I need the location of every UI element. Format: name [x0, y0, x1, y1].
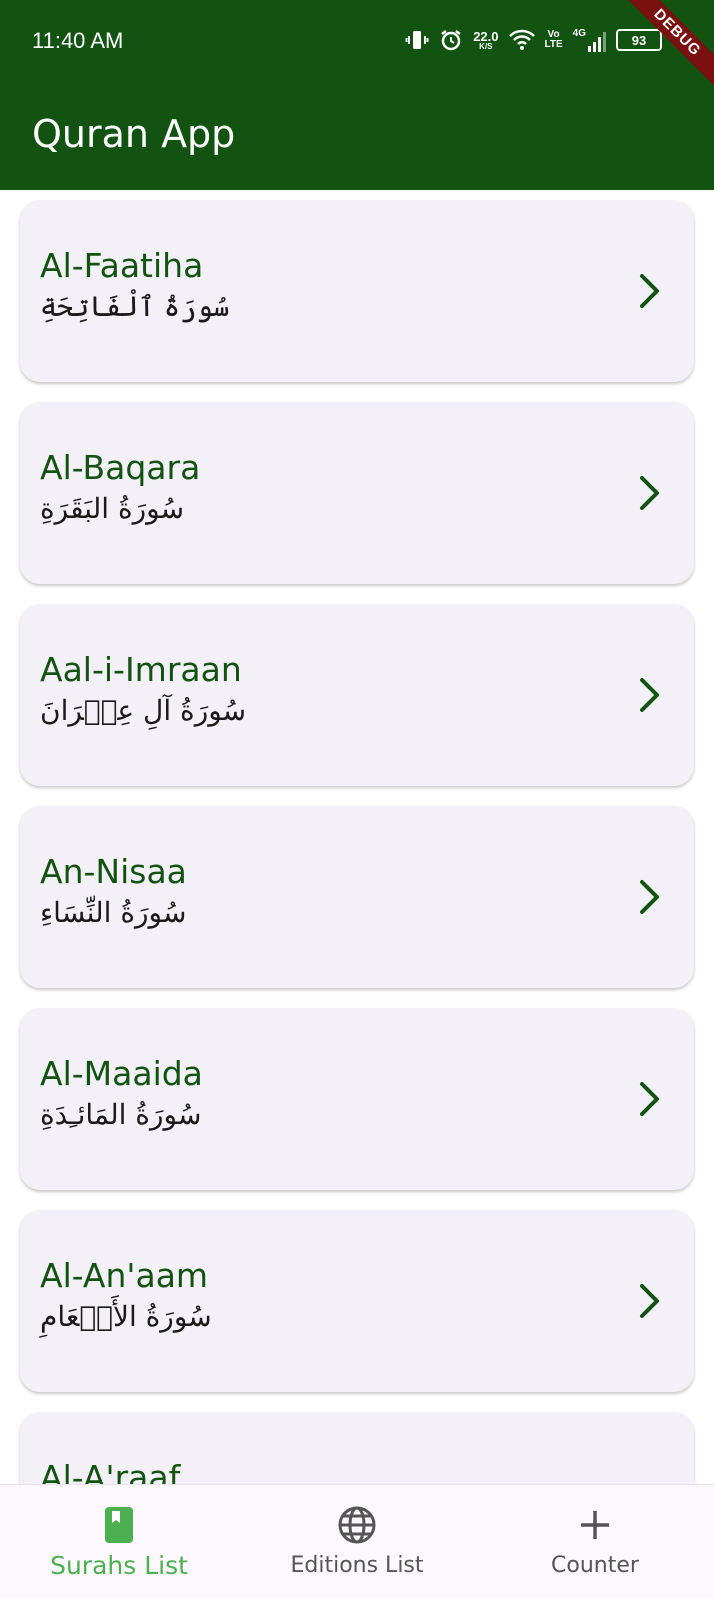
- chevron-right-icon: [640, 476, 659, 510]
- network-speed-value: 22.0: [473, 28, 499, 44]
- vibrate-icon: [405, 31, 429, 49]
- surah-card[interactable]: Al-Baqara سُورَةُ البَقَرَةِ: [20, 402, 694, 584]
- surah-name: Al-Faatiha: [40, 246, 204, 285]
- chevron-right-icon: [640, 678, 659, 712]
- network-speed-unit: K/S: [479, 41, 493, 51]
- bottom-navigation: Surahs List Editions List Counter: [0, 1484, 714, 1599]
- surah-card[interactable]: Al-A'raaf: [20, 1412, 694, 1484]
- globe-icon: [338, 1506, 376, 1544]
- surah-name: An-Nisaa: [40, 852, 187, 891]
- surah-card[interactable]: Al-Maaida سُورَةُ المَائـِدَةِ: [20, 1008, 694, 1190]
- surah-arabic-name: سُورَةُ المَائـِدَةِ: [40, 1098, 202, 1131]
- surah-card[interactable]: Al-An'aam سُورَةُ الأَنۡعَامِ: [20, 1210, 694, 1392]
- nav-item-surahs-list[interactable]: Surahs List: [0, 1485, 238, 1599]
- page-title: Quran App: [32, 112, 236, 156]
- surah-name: Al-An'aam: [40, 1256, 209, 1295]
- surah-name: Al-A'raaf: [40, 1458, 181, 1484]
- chevron-right-icon: [640, 880, 659, 914]
- status-icons: 22.0 K/S Vo LTE 4G 93: [405, 24, 662, 56]
- surah-arabic-name: سُورَةُ آلِ عِمۡرَانَ: [40, 694, 247, 727]
- status-bar: 11:40 AM 22.0 K/S Vo LTE 4G 93 DEBUG: [0, 0, 714, 94]
- surah-card[interactable]: An-Nisaa سُورَةُ النِّسَاءِ: [20, 806, 694, 988]
- network-type: 4G: [572, 28, 586, 39]
- surah-arabic-name: سُورَةُ الأَنۡعَامِ: [40, 1300, 212, 1333]
- surah-arabic-name: سُورَةُ النِّسَاءِ: [40, 896, 187, 929]
- nav-label: Editions List: [290, 1553, 424, 1578]
- alarm-icon: [441, 30, 461, 51]
- app-bar: 11:40 AM 22.0 K/S Vo LTE 4G 93 DEBUG Qur…: [0, 0, 714, 190]
- book-icon: [105, 1507, 133, 1543]
- surah-arabic-name: سُورَةُ البَقَرَةِ: [40, 492, 185, 525]
- wifi-icon: [508, 29, 535, 50]
- surah-name: Aal-i-Imraan: [40, 650, 242, 689]
- surah-list[interactable]: Al-Faatiha سُورَةُ ٱلْفَاتِحَةِ Al-Baqar…: [0, 190, 714, 1484]
- nav-item-counter[interactable]: Counter: [476, 1485, 714, 1599]
- signal-indicator: 4G: [573, 28, 606, 52]
- battery-indicator: 93: [616, 29, 662, 51]
- surah-name: Al-Maaida: [40, 1054, 203, 1093]
- chevron-right-icon: [640, 274, 659, 308]
- chevron-right-icon: [640, 1284, 659, 1318]
- nav-label: Counter: [551, 1553, 639, 1578]
- surah-card[interactable]: Al-Faatiha سُورَةُ ٱلْفَاتِحَةِ: [20, 200, 694, 382]
- nav-label: Surahs List: [50, 1551, 188, 1580]
- nav-item-editions-list[interactable]: Editions List: [238, 1485, 476, 1599]
- plus-icon: [581, 1511, 609, 1539]
- network-speed: 22.0 K/S: [473, 30, 498, 51]
- surah-card[interactable]: Aal-i-Imraan سُورَةُ آلِ عِمۡرَانَ: [20, 604, 694, 786]
- surah-name: Al-Baqara: [40, 448, 201, 487]
- surah-arabic-name: سُورَةُ ٱلْفَاتِحَةِ: [40, 290, 230, 323]
- signal-icon: [588, 32, 606, 52]
- status-time: 11:40 AM: [32, 28, 124, 53]
- volte-indicator: Vo LTE: [545, 30, 563, 50]
- volte-bottom: LTE: [544, 39, 563, 50]
- chevron-right-icon: [640, 1082, 659, 1116]
